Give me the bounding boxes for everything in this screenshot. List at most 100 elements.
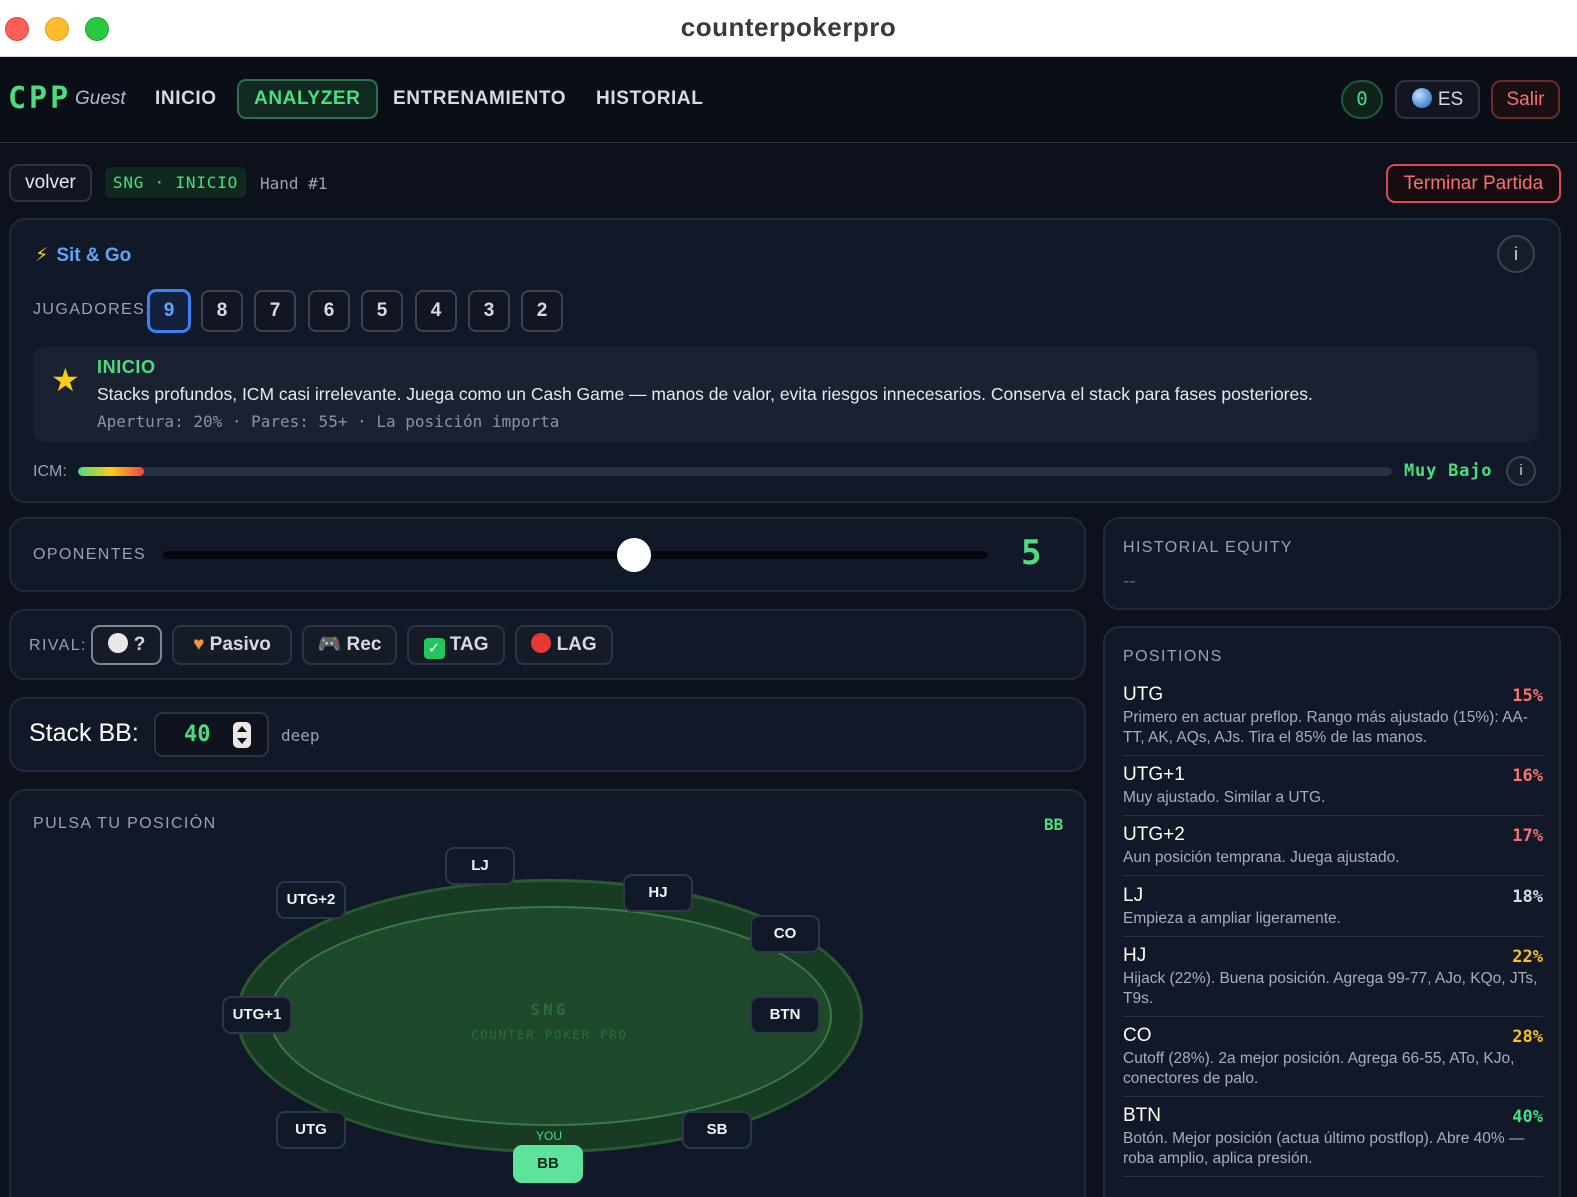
phase-description: Stacks profundos, ICM casi irrelevante. … — [97, 384, 1313, 404]
logout-button[interactable]: Salir — [1491, 80, 1560, 119]
icm-label: ICM: — [33, 463, 67, 480]
position-pct: 22% — [1512, 947, 1543, 967]
position-desc: Botón. Mejor posición (actua último post… — [1123, 1130, 1525, 1167]
star-icon: ★ — [51, 362, 80, 398]
rival-unknown-button[interactable]: ? — [91, 625, 162, 665]
rival-label: RIVAL: — [29, 637, 87, 654]
position-desc: Empieza a ampliar ligeramente. — [1123, 910, 1341, 927]
stack-bb-input[interactable]: 40 — [154, 712, 269, 757]
game-phase-badge: SNG · INICIO — [105, 167, 246, 198]
rival-lag-button[interactable]: LAG — [515, 625, 613, 665]
opponents-label: OPONENTES — [33, 546, 147, 563]
icm-meter-fill — [78, 467, 144, 476]
position-desc: Cutoff (28%). 2a mejor posición. Agrega … — [1123, 1050, 1515, 1087]
hand-number: Hand #1 — [260, 174, 328, 193]
position-item-hj[interactable]: HJ 22% Hijack (22%). Buena posición. Agr… — [1123, 945, 1543, 1017]
gamepad-icon: 🎮 — [317, 634, 342, 655]
seat-bb[interactable]: BB — [513, 1145, 583, 1183]
rival-tag-label: TAG — [449, 634, 489, 655]
rival-pasivo-button[interactable]: ♥ Pasivo — [172, 625, 292, 665]
seat-co[interactable]: CO — [750, 915, 820, 953]
position-item-lj[interactable]: LJ 18% Empieza a ampliar ligeramente. — [1123, 885, 1543, 937]
players-option-9[interactable]: 9 — [148, 290, 190, 332]
players-option-2[interactable]: 2 — [521, 290, 563, 332]
seat-lj[interactable]: LJ — [445, 847, 515, 885]
rival-lag-label: LAG — [556, 634, 597, 655]
stack-label: Stack BB: — [29, 719, 139, 747]
players-option-6[interactable]: 6 — [308, 290, 350, 332]
position-item-utg[interactable]: UTG 15% Primero en actuar preflop. Rango… — [1123, 684, 1543, 756]
players-option-7[interactable]: 7 — [254, 290, 296, 332]
position-desc: Aun posición temprana. Juega ajustado. — [1123, 849, 1400, 866]
opponents-slider-thumb[interactable] — [617, 538, 652, 572]
stack-bb-value: 40 — [184, 722, 211, 747]
nav-analyzer[interactable]: ANALYZER — [237, 79, 378, 119]
nav-historial[interactable]: HISTORIAL — [596, 79, 703, 119]
rival-tag-button[interactable]: ✓ TAG — [407, 625, 505, 665]
position-pct: 40% — [1512, 1107, 1543, 1127]
position-desc: Hijack (22%). Buena posición. Agrega 99-… — [1123, 970, 1538, 1007]
icm-meter — [78, 467, 1392, 476]
seat-utg[interactable]: UTG — [276, 1111, 346, 1149]
user-name: Guest — [75, 88, 126, 109]
position-desc: Muy ajustado. Similar a UTG. — [1123, 789, 1326, 806]
rival-rec-button[interactable]: 🎮 Rec — [302, 625, 397, 665]
opponents-value: 5 — [1021, 533, 1042, 573]
position-pct: 15% — [1512, 686, 1543, 706]
phase-title: INICIO — [97, 357, 156, 377]
players-label: JUGADORES: — [33, 301, 152, 318]
position-item-utg2[interactable]: UTG+2 17% Aun posición temprana. Juega a… — [1123, 824, 1543, 876]
players-option-5[interactable]: 5 — [361, 290, 403, 332]
position-name: UTG+2 — [1123, 824, 1185, 845]
language-label: ES — [1437, 89, 1464, 110]
opponents-slider-track[interactable] — [163, 551, 988, 559]
position-name: LJ — [1123, 885, 1144, 906]
stack-panel: Stack BB: 40 deep — [9, 697, 1086, 772]
stepper-icon[interactable] — [233, 722, 251, 748]
rival-rec-label: Rec — [346, 634, 382, 655]
position-item-btn[interactable]: BTN 40% Botón. Mejor posición (actua últ… — [1123, 1105, 1543, 1177]
positions-panel: POSITIONS UTG 15% Primero en actuar pref… — [1103, 626, 1561, 1197]
lightning-icon: ⚡ — [35, 245, 49, 266]
phase-info-box: ★ INICIO Stacks profundos, ICM casi irre… — [33, 347, 1538, 442]
position-name: UTG+1 — [1123, 764, 1185, 785]
icm-value: Muy Bajo — [1404, 461, 1493, 481]
sit-and-go-panel: ⚡ Sit & Go i JUGADORES: 9 8 7 6 5 4 3 2 ★… — [9, 218, 1561, 503]
globe-icon — [1411, 88, 1432, 108]
check-box-icon: ✓ — [423, 638, 445, 659]
seat-hj[interactable]: HJ — [623, 874, 693, 912]
seat-sb[interactable]: SB — [682, 1111, 752, 1149]
counter-badge[interactable]: 0 — [1341, 80, 1383, 119]
position-name: BTN — [1123, 1105, 1161, 1126]
language-button[interactable]: ES — [1395, 80, 1480, 119]
seat-utg2[interactable]: UTG+2 — [276, 881, 346, 919]
sit-and-go-title: ⚡ Sit & Go — [35, 244, 131, 267]
positions-label: POSITIONS — [1123, 648, 1223, 665]
select-position-label: PULSA TU POSICIÓN — [33, 815, 217, 832]
history-equity-label: HISTORIAL EQUITY — [1123, 539, 1293, 556]
logo[interactable]: CPP — [8, 81, 71, 116]
players-option-8[interactable]: 8 — [201, 290, 243, 332]
phase-meta: Apertura: 20% · Pares: 55+ · La posición… — [97, 412, 560, 431]
end-game-button[interactable]: Terminar Partida — [1386, 164, 1561, 203]
position-pct: 17% — [1512, 826, 1543, 846]
position-name: CO — [1123, 1025, 1152, 1046]
white-circle-icon — [107, 633, 128, 653]
window-title: counterpokerpro — [680, 12, 897, 42]
you-label: YOU — [536, 1129, 563, 1143]
sitgo-info-button[interactable]: i — [1497, 235, 1535, 273]
red-circle-icon — [531, 633, 552, 653]
back-button[interactable]: volver — [9, 164, 92, 202]
seat-btn[interactable]: BTN — [750, 996, 820, 1034]
position-pct: 18% — [1512, 887, 1543, 907]
icm-info-button[interactable]: i — [1506, 456, 1536, 486]
position-item-utg1[interactable]: UTG+1 16% Muy ajustado. Similar a UTG. — [1123, 764, 1543, 816]
seat-utg1[interactable]: UTG+1 — [222, 996, 292, 1034]
stack-suffix: deep — [281, 726, 320, 745]
nav-inicio[interactable]: INICIO — [155, 79, 217, 119]
position-item-co[interactable]: CO 28% Cutoff (28%). 2a mejor posición. … — [1123, 1025, 1543, 1097]
players-option-4[interactable]: 4 — [415, 290, 457, 332]
nav-entrenamiento[interactable]: ENTRENAMIENTO — [393, 79, 566, 119]
players-option-3[interactable]: 3 — [468, 290, 510, 332]
history-equity-value: -- — [1123, 571, 1136, 592]
